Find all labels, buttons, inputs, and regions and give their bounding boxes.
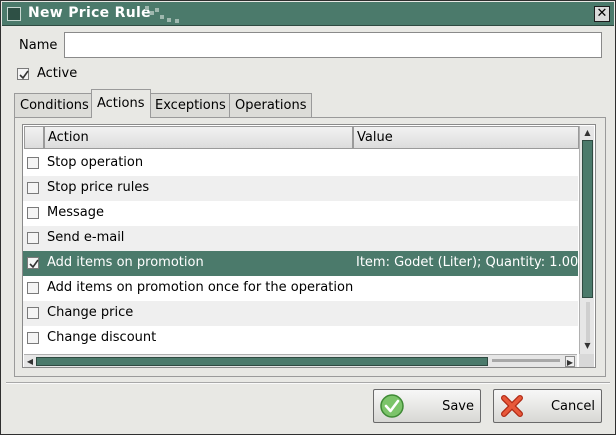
scroll-corner: [579, 354, 594, 367]
row-checkbox[interactable]: [27, 157, 39, 169]
cancel-label: Cancel: [550, 399, 595, 414]
cancel-button[interactable]: Cancel: [493, 389, 602, 423]
column-header-action[interactable]: Action: [44, 126, 353, 149]
column-header-check[interactable]: [24, 126, 44, 149]
tab-label: Operations: [235, 98, 307, 113]
scroll-right-icon[interactable]: ▶: [565, 356, 575, 367]
active-label: Active: [37, 66, 78, 81]
column-header-label: Action: [48, 130, 89, 145]
row-checkbox[interactable]: [27, 282, 39, 294]
active-checkbox[interactable]: [17, 68, 29, 80]
row-value: Item: Godet (Liter); Quantity: 1.000: [356, 255, 587, 270]
title-decoration-icon: [145, 6, 179, 23]
scroll-down-icon[interactable]: ▼: [582, 341, 593, 351]
scroll-track: [586, 302, 590, 342]
save-button[interactable]: Save: [373, 389, 481, 423]
table-row[interactable]: Send e-mail: [23, 226, 578, 251]
row-action: Message: [47, 205, 104, 220]
title-bar[interactable]: New Price Rule ✕: [2, 2, 614, 26]
actions-grid[interactable]: Action Value Stop operation Stop price r…: [22, 124, 596, 368]
table-row[interactable]: Stop price rules: [23, 176, 578, 201]
scroll-track: [492, 359, 560, 362]
vertical-scrollbar[interactable]: ▲ ▼: [579, 126, 594, 354]
column-header-value[interactable]: Value: [353, 126, 579, 149]
save-label: Save: [442, 399, 474, 414]
tab-label: Actions: [97, 96, 145, 111]
row-action: Send e-mail: [47, 230, 125, 245]
vertical-scroll-thumb[interactable]: [582, 140, 593, 298]
table-row[interactable]: Message: [23, 201, 578, 226]
row-checkbox[interactable]: [27, 207, 39, 219]
tab-label: Exceptions: [155, 98, 226, 113]
new-price-rule-dialog: New Price Rule ✕ Name Active Conditions …: [0, 0, 616, 435]
row-checkbox[interactable]: [27, 257, 39, 269]
row-action: Add items on promotion once for the oper…: [47, 280, 354, 295]
tab-label: Conditions: [20, 98, 89, 113]
divider: [6, 382, 610, 384]
tab-conditions[interactable]: Conditions: [14, 93, 95, 117]
horizontal-scroll-thumb[interactable]: [36, 357, 488, 366]
row-action: Change discount: [47, 330, 157, 345]
table-row[interactable]: Add items on promotion once for the oper…: [23, 276, 578, 301]
row-checkbox[interactable]: [27, 232, 39, 244]
window-menu-icon[interactable]: [7, 7, 21, 21]
row-checkbox[interactable]: [27, 182, 39, 194]
horizontal-scrollbar[interactable]: ◀ ▶: [24, 354, 577, 367]
check-circle-icon: [380, 394, 404, 418]
table-row-selected[interactable]: Add items on promotion Item: Godet (Lite…: [23, 251, 587, 276]
name-input[interactable]: [64, 32, 602, 58]
row-checkbox[interactable]: [27, 332, 39, 344]
row-action: Change price: [47, 305, 134, 320]
row-checkbox[interactable]: [27, 307, 39, 319]
table-row[interactable]: Stop operation: [23, 151, 578, 176]
scroll-up-icon[interactable]: ▲: [582, 128, 593, 138]
red-x-icon: [501, 395, 523, 417]
close-icon[interactable]: ✕: [594, 6, 610, 22]
tab-operations[interactable]: Operations: [229, 93, 313, 117]
window-title: New Price Rule: [28, 5, 151, 21]
scroll-left-icon[interactable]: ◀: [25, 356, 35, 367]
column-header-label: Value: [357, 130, 393, 145]
row-action: Add items on promotion: [47, 255, 204, 270]
table-row[interactable]: Change price: [23, 301, 578, 326]
tab-actions[interactable]: Actions: [91, 89, 151, 118]
row-action: Stop operation: [47, 155, 144, 170]
name-label: Name: [19, 38, 58, 53]
tab-exceptions[interactable]: Exceptions: [149, 93, 232, 117]
table-row[interactable]: Change discount: [23, 326, 578, 351]
row-action: Stop price rules: [47, 180, 150, 195]
